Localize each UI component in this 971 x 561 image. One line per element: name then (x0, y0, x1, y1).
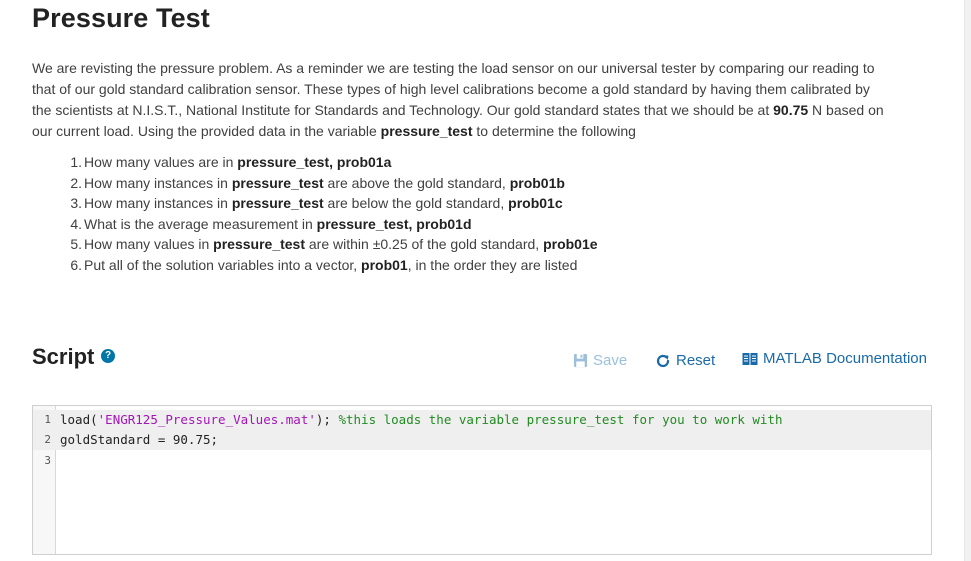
matlab-documentation-link[interactable]: MATLAB Documentation (742, 350, 927, 367)
code-editor[interactable]: 1 load('ENGR125_Pressure_Values.mat'); %… (32, 405, 932, 555)
variable-name: pressure_test (380, 123, 473, 139)
code-line[interactable]: 2 goldStandard = 90.75; (33, 430, 931, 450)
script-header: Script ? Save Reset MATLAB Documentation (32, 342, 932, 374)
description-text: We are revisting the pressure problem. A… (32, 60, 875, 118)
question-item: 2. How many instances in pressure_test ar… (70, 174, 565, 191)
code-text: goldStandard = 90.75; (60, 432, 219, 447)
question-item: 6. Put all of the solution variables into… (70, 256, 578, 273)
question-list: 1. How many values are in pressure_test, … (32, 152, 598, 275)
line-number: 2 (44, 433, 51, 446)
string-literal: 'ENGR125_Pressure_Values.mat' (97, 412, 316, 427)
page-title: Pressure Test (32, 3, 210, 33)
save-label: Save (593, 352, 628, 369)
floppy-disk-icon (573, 353, 588, 368)
gold-standard-value: 90.75 (773, 102, 809, 118)
line-number: 3 (44, 454, 51, 467)
problem-description: We are revisting the pressure problem. A… (32, 58, 892, 142)
documentation-label: MATLAB Documentation (763, 350, 927, 367)
question-item: 5. How many values in pressure_test are w… (70, 236, 598, 252)
question-icon[interactable]: ? (101, 349, 115, 363)
question-item: 1. How many values are in pressure_test, … (70, 154, 392, 170)
save-button[interactable]: Save (573, 352, 627, 369)
reset-label: Reset (676, 352, 716, 369)
problem-page: Pressure Test We are revisting the press… (0, 0, 971, 561)
code-line[interactable]: 3 (33, 451, 931, 471)
question-item: 4. What is the average measurement in pre… (70, 215, 472, 232)
code-line[interactable]: 1 load('ENGR125_Pressure_Values.mat'); %… (33, 410, 931, 430)
question-item: 3. How many instances in pressure_test ar… (70, 195, 563, 211)
script-title: Script (32, 344, 95, 369)
line-number: 1 (44, 413, 51, 426)
description-text: to determine the following (472, 123, 636, 139)
code-text: load('ENGR125_Pressure_Values.mat'); %th… (60, 412, 783, 427)
code-comment: %this loads the variable pressure_test f… (338, 412, 783, 427)
book-icon (742, 352, 758, 365)
scrollbar[interactable] (964, 0, 971, 561)
refresh-icon (656, 354, 670, 367)
reset-button[interactable]: Reset (655, 352, 715, 369)
